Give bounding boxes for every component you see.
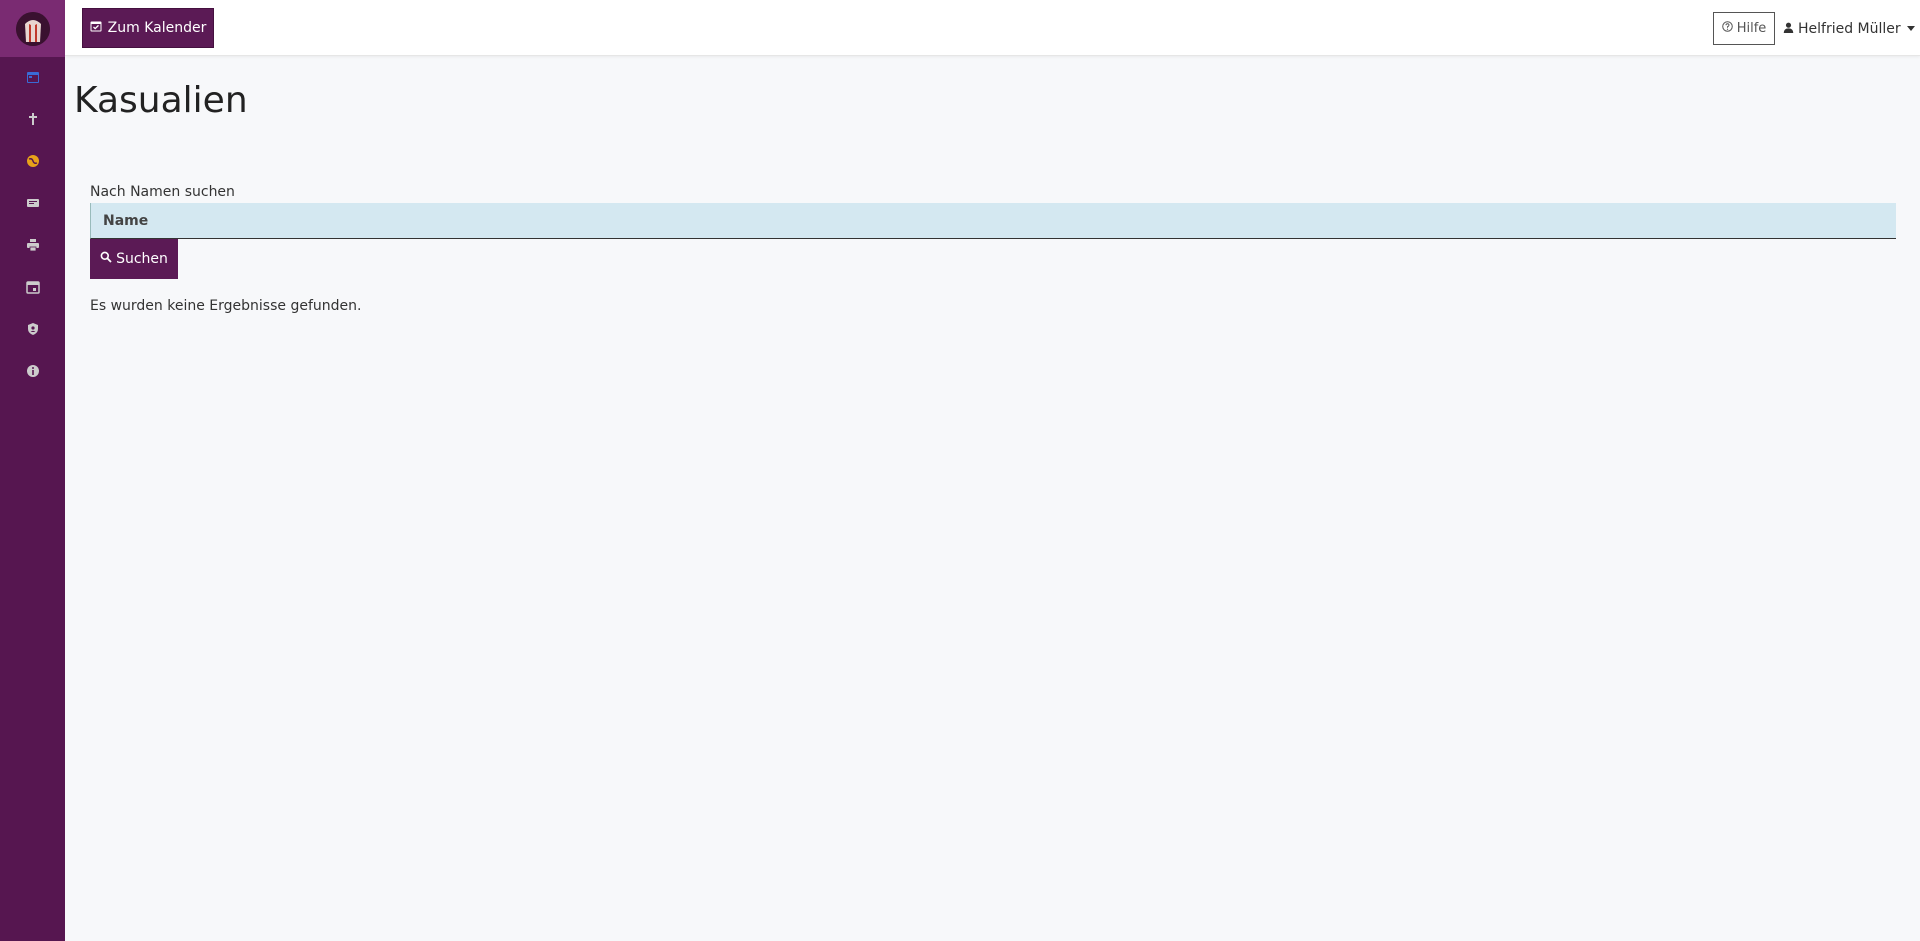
sidebar (0, 0, 65, 941)
to-calendar-label: Zum Kalender (107, 20, 207, 36)
chevron-down-icon (1906, 26, 1915, 31)
cross-icon (26, 111, 40, 130)
help-label: Hilfe (1736, 21, 1767, 36)
sidebar-logo-area (0, 0, 65, 57)
to-calendar-button[interactable]: Zum Kalender (82, 8, 214, 48)
sidebar-item-kasualien[interactable] (0, 99, 65, 141)
sidebar-item-info[interactable] (0, 351, 65, 393)
page-title: Kasualien (74, 80, 248, 121)
sidebar-item-globe[interactable] (0, 141, 65, 183)
card-icon (26, 195, 40, 214)
calendar-event-icon (25, 279, 40, 298)
sidebar-item-user-admin[interactable] (0, 309, 65, 351)
no-results-message: Es wurden keine Ergebnisse gefunden. (90, 298, 362, 314)
search-button-label: Suchen (116, 251, 168, 267)
info-icon (26, 363, 40, 382)
sidebar-item-cards[interactable] (0, 183, 65, 225)
calendar-check-icon (90, 20, 102, 36)
search-label: Nach Namen suchen (90, 184, 235, 200)
help-button[interactable]: Hilfe (1713, 12, 1775, 45)
search-button[interactable]: Suchen (90, 239, 178, 279)
search-placeholder: Name (103, 212, 149, 229)
sidebar-item-calendar[interactable] (0, 57, 65, 99)
app-logo[interactable] (15, 11, 50, 46)
globe-icon (26, 153, 40, 172)
calendar-icon (26, 69, 40, 88)
sidebar-item-events[interactable] (0, 267, 65, 309)
search-icon (100, 251, 112, 267)
top-bar: Zum Kalender Hilfe Helfried Müller (65, 0, 1920, 56)
sidebar-item-print[interactable] (0, 225, 65, 267)
search-input[interactable]: Name (90, 203, 1896, 239)
user-icon (1783, 21, 1794, 37)
user-menu[interactable]: Helfried Müller (1783, 12, 1915, 45)
user-name: Helfried Müller (1798, 20, 1901, 37)
question-circle-icon (1721, 21, 1733, 36)
printer-icon (26, 237, 40, 256)
user-shield-icon (26, 321, 40, 340)
